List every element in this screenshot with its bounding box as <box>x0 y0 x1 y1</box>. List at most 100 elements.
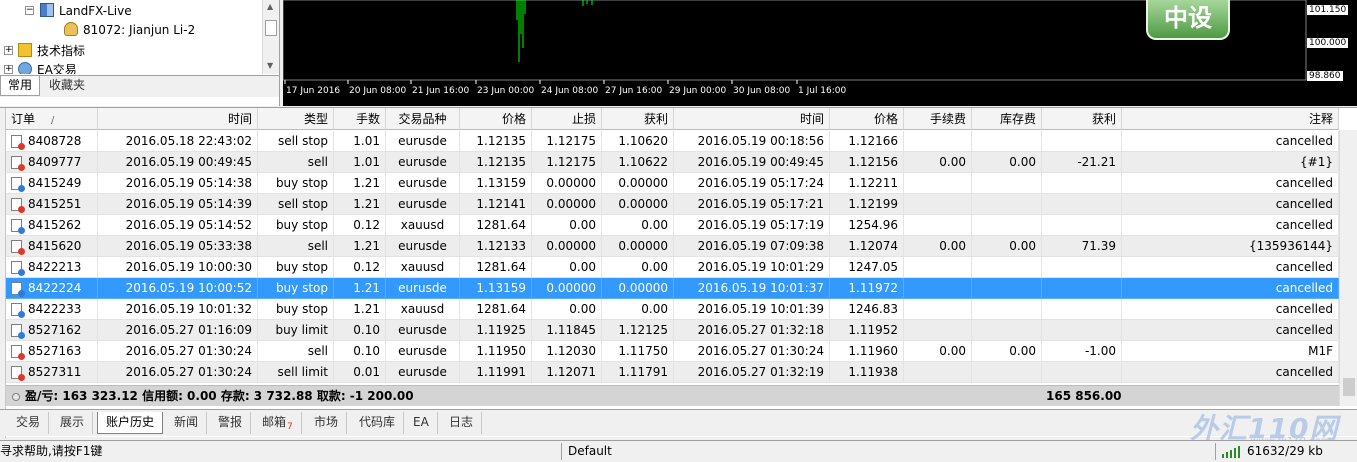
scroll-down-icon[interactable]: ▼ <box>267 61 273 70</box>
column-header[interactable]: 手数 <box>334 108 386 130</box>
order-number: 8409777 <box>28 155 82 169</box>
table-cell <box>1042 257 1122 278</box>
order-number: 8422213 <box>28 260 82 274</box>
table-cell: 2016.05.19 05:17:24 <box>674 173 830 194</box>
table-cell: 0.00 <box>532 299 602 320</box>
navigator-tab[interactable]: 常用 <box>0 76 41 96</box>
table-cell: 2016.05.19 05:14:39 <box>98 194 258 215</box>
table-row[interactable]: 8408728 2016.05.18 22:43:02 sell stop 1.01 e… <box>6 131 1339 152</box>
navigator-scroll-thumb[interactable] <box>265 20 277 36</box>
table-cell: 1.12175 <box>532 152 602 173</box>
table-row[interactable]: 8527311 2016.05.27 01:30:24 sell limit 0.01… <box>6 362 1339 383</box>
column-header[interactable]: 止损 <box>532 108 602 130</box>
table-cell <box>904 173 972 194</box>
table-row[interactable]: 8422233 2016.05.19 10:01:32 buy stop 1.21 xa… <box>6 299 1339 320</box>
table-row[interactable]: 8415620 2016.05.19 05:33:38 sell 1.21 eurusd… <box>6 236 1339 257</box>
column-header[interactable]: 订单 / <box>6 108 98 130</box>
navigator-tree-item[interactable]: EA交易 <box>18 61 77 74</box>
table-row[interactable]: 8415249 2016.05.19 05:14:38 buy stop 1.21 eu… <box>6 173 1339 194</box>
table-cell: cancelled <box>1122 131 1339 152</box>
tree-expander-icon[interactable]: − <box>25 6 34 15</box>
column-header[interactable]: 手续费 <box>904 108 972 130</box>
table-cell <box>904 320 972 341</box>
table-row[interactable]: 8409777 2016.05.19 00:49:45 sell 1.01 eurusd… <box>6 152 1339 173</box>
table-cell: M1F <box>1122 341 1339 362</box>
status-help: 寻求帮助,请按F1键 <box>0 444 103 458</box>
terminal-tab[interactable]: 邮箱7 <box>254 412 302 434</box>
table-cell: eurusde <box>386 278 460 299</box>
navigator-tree-label: LandFX-Live <box>59 4 132 18</box>
sell-order-icon <box>11 198 25 213</box>
table-row[interactable]: 8527163 2016.05.27 01:30:24 sell 0.10 eurusd… <box>6 341 1339 362</box>
table-cell: 1281.64 <box>460 299 532 320</box>
chart-badge: 中设 <box>1146 0 1230 40</box>
terminal-tab[interactable]: 日志 <box>441 412 483 434</box>
status-profile[interactable]: Default <box>564 441 616 462</box>
column-header[interactable]: 价格 <box>460 108 532 130</box>
table-cell: 0.00 <box>532 215 602 236</box>
account-icon <box>64 22 78 36</box>
terminal-tab[interactable]: 新闻 <box>166 412 208 434</box>
table-cell: 0.00 <box>904 236 972 257</box>
price-axis-label: 101.150 <box>1307 5 1349 15</box>
column-header[interactable]: 库存费 <box>972 108 1042 130</box>
scroll-up-icon[interactable]: ▲ <box>267 2 273 11</box>
column-header[interactable]: 获利 <box>602 108 674 130</box>
order-cell: 8409777 <box>6 152 98 173</box>
table-scroll-thumb[interactable] <box>1343 378 1355 396</box>
table-cell: 1.12074 <box>830 236 904 257</box>
terminal-tab-label: 交易 <box>16 415 41 429</box>
navigator-tree-item[interactable]: 81072: Jianjun Li-2 <box>64 21 195 40</box>
table-cell: 2016.05.27 01:16:09 <box>98 320 258 341</box>
terminal-tab[interactable]: 代码库 <box>351 412 405 434</box>
table-cell <box>904 257 972 278</box>
table-cell: 1.13159 <box>460 173 532 194</box>
navigator-tab[interactable]: 收藏夹 <box>42 76 92 96</box>
column-header-label: 注释 <box>1308 112 1333 126</box>
table-cell: 2016.05.19 10:00:30 <box>98 257 258 278</box>
column-header[interactable]: 价格 <box>830 108 904 130</box>
table-row[interactable]: 8422224 2016.05.19 10:00:52 buy stop 1.21 eu… <box>6 278 1339 299</box>
terminal-tab[interactable]: 交易 <box>8 412 50 434</box>
table-cell: 2016.05.19 00:49:45 <box>98 152 258 173</box>
column-header[interactable]: 注释 <box>1122 108 1339 130</box>
table-cell: 1.12166 <box>830 131 904 152</box>
price-chart[interactable]: 17 Jun 2016 20 Jun 08:00 21 Jun 16:00 23 Ju… <box>283 0 1357 106</box>
column-header[interactable]: 交易品种 <box>386 108 460 130</box>
sell-order-icon <box>11 135 25 150</box>
table-cell: 2016.05.19 05:17:21 <box>674 194 830 215</box>
table-row[interactable]: 8422213 2016.05.19 10:00:30 buy stop 0.12 xa… <box>6 257 1339 278</box>
navigator-tree-item[interactable]: LandFX-Live <box>40 2 132 21</box>
navigator-tree-item[interactable]: 技术指标 <box>18 42 85 61</box>
table-scrollbar[interactable] <box>1339 130 1357 406</box>
indicator-icon <box>18 43 32 57</box>
navigator-scrollbar[interactable]: ▲ ▼ <box>262 0 279 74</box>
terminal-tab[interactable]: 展示 <box>52 412 94 434</box>
table-cell <box>972 173 1042 194</box>
table-row[interactable]: 8415251 2016.05.19 05:14:39 sell stop 1.21 e… <box>6 194 1339 215</box>
terminal-tab[interactable]: 账户历史 <box>97 412 164 434</box>
table-row[interactable]: 8415262 2016.05.19 05:14:52 buy stop 0.12 xa… <box>6 215 1339 236</box>
column-header[interactable]: 时间 <box>98 108 258 130</box>
table-cell: -21.21 <box>1042 152 1122 173</box>
table-cell: sell limit <box>258 362 334 383</box>
column-header[interactable]: 时间 <box>674 108 830 130</box>
column-header-label: 止损 <box>571 112 596 126</box>
terminal-tab[interactable]: 市场 <box>306 412 348 434</box>
table-row[interactable]: 8527162 2016.05.27 01:16:09 buy limit 0.10 e… <box>6 320 1339 341</box>
table-cell: eurusde <box>386 236 460 257</box>
table-cell: -1.00 <box>1042 341 1122 362</box>
table-cell: 0.10 <box>334 341 386 362</box>
table-cell: 1.11952 <box>830 320 904 341</box>
table-cell: 2016.05.19 07:09:38 <box>674 236 830 257</box>
table-cell <box>904 194 972 215</box>
tree-expander-icon[interactable]: + <box>4 46 13 55</box>
terminal-tab[interactable]: EA <box>405 412 438 434</box>
column-header[interactable]: 获利 <box>1042 108 1122 130</box>
table-cell: cancelled <box>1122 320 1339 341</box>
column-header[interactable]: 类型 <box>258 108 334 130</box>
terminal-tab[interactable]: 警报 <box>210 412 252 434</box>
price-axis-label: 100.000 <box>1307 38 1349 48</box>
tree-expander-icon[interactable]: + <box>4 65 13 74</box>
table-cell <box>972 194 1042 215</box>
